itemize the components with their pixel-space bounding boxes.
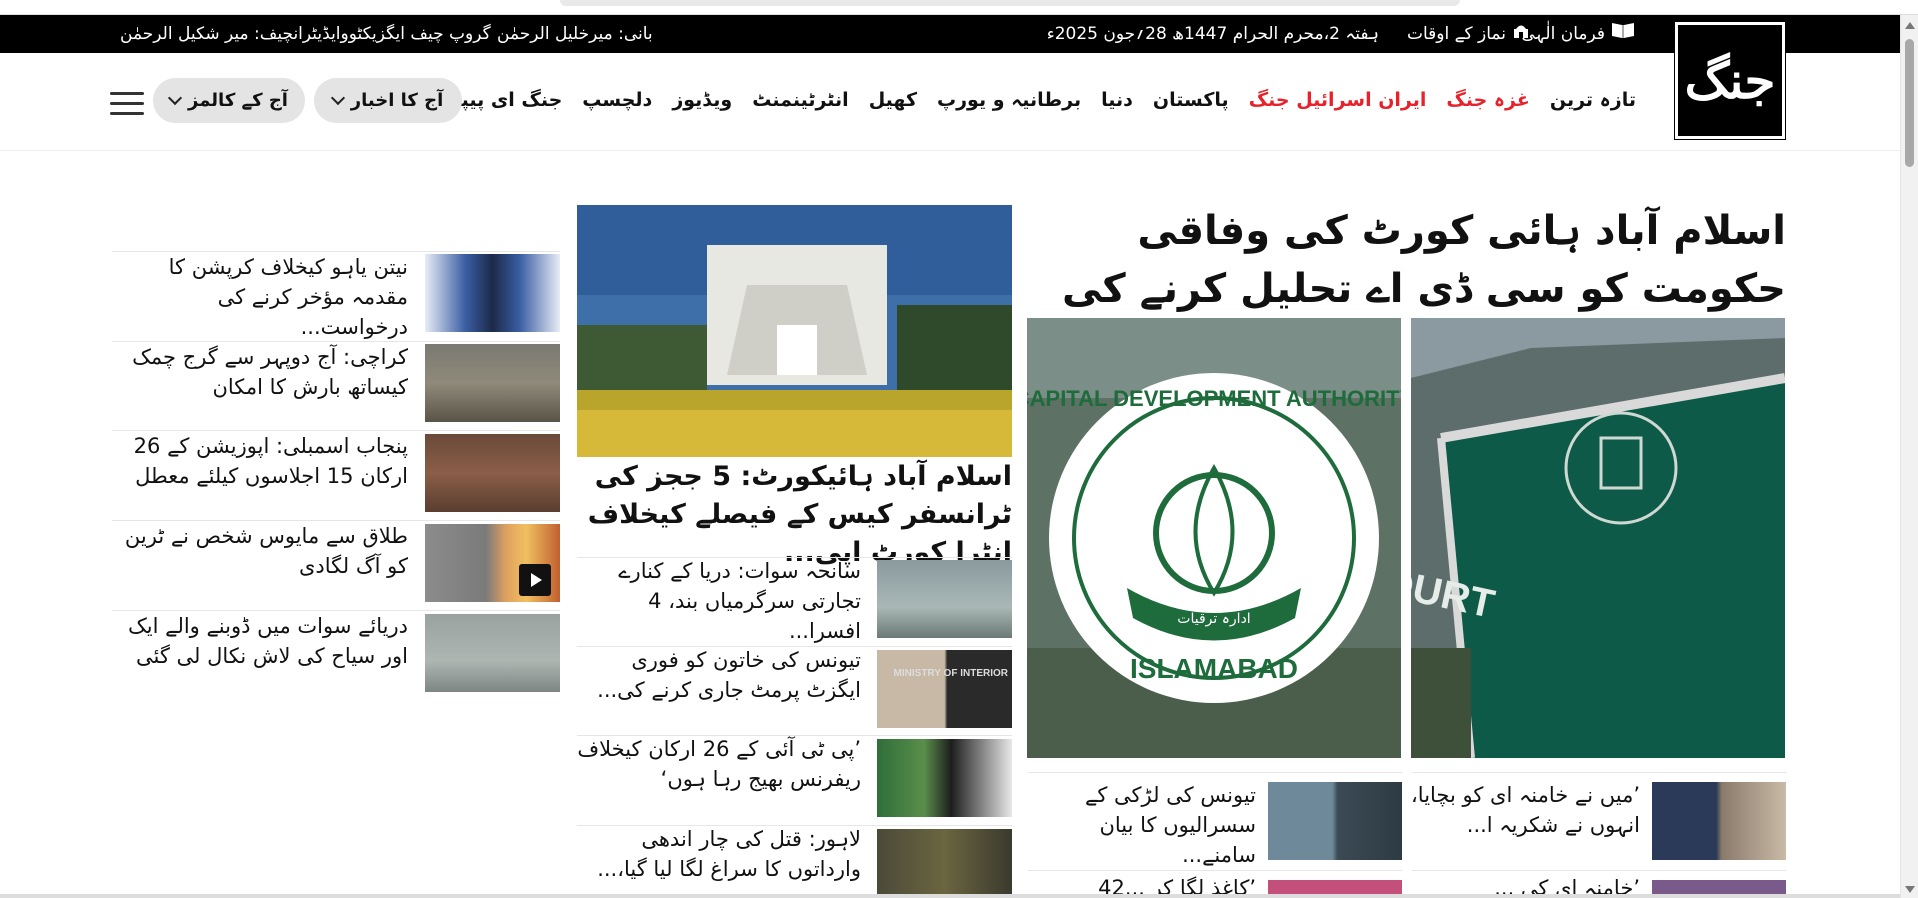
logo-text: جنگ (1684, 51, 1776, 110)
top-info-bar: فرمان الٰہی نماز کے اوقات ہفتہ 2،محرم ال… (0, 15, 1900, 53)
book-icon (1611, 15, 1635, 53)
cda-city-text: ISLAMABAD (1130, 653, 1298, 684)
date-text: ہفتہ 2،محرم الحرام 1447ھ 28؍جون 2025ء (1046, 24, 1379, 44)
farman-label: فرمان الٰہی (1521, 24, 1605, 44)
story-title[interactable]: طلاق سے مایوس شخص نے ٹرین کو آگ لگادی (112, 521, 408, 581)
namaz-timings-link[interactable]: نماز کے اوقات (1407, 15, 1530, 53)
nav-item[interactable]: انٹرٹینمنٹ (742, 89, 858, 111)
punjab-assembly-thumbnail[interactable] (425, 434, 560, 512)
story-title[interactable]: لاہور: قتل کی چار اندھی وارداتوں کا سراغ… (577, 824, 861, 884)
hamburger-line (110, 112, 144, 115)
divider (1028, 772, 1402, 773)
nav-item[interactable]: دنیا (1091, 89, 1143, 111)
story-title[interactable]: پنجاب اسمبلی: اپوزیشن کے 26 ارکان 15 اجل… (112, 431, 408, 491)
story-title[interactable]: دریائے سوات میں ڈوبنے والے ایک اور سیاح … (112, 611, 408, 671)
ministry-text: MINISTRY OF INTERIOR (893, 668, 1008, 679)
tunisia-woman-thumbnail[interactable]: MINISTRY OF INTERIOR (877, 650, 1012, 728)
chevron-down-icon (167, 90, 183, 106)
center-lead-title[interactable]: اسلام آباد ہائیکورٹ: 5 ججز کی ٹرانسفر کی… (577, 458, 1012, 572)
founder-text: بانی: میرخلیل الرحمٰن (497, 24, 653, 44)
supreme-court-image[interactable] (577, 205, 1012, 457)
nav-item[interactable]: ایران اسرائیل جنگ (1239, 89, 1437, 111)
scroll-thumb[interactable] (1905, 39, 1914, 167)
cda-urdu-text: ادارہ ترقیات (1177, 611, 1250, 627)
story-title[interactable]: کراچی: آج دوپہر سے گرج چمک کیساتھ بارش ک… (112, 342, 408, 402)
columns-label: آج کے کالمز (188, 90, 288, 111)
story-title[interactable]: سانحہ سوات: دریا کے کنارے تجارتی سرگرمیا… (577, 556, 861, 646)
divider (1412, 870, 1786, 871)
story-title[interactable]: تیونس کی لڑکی کے سسرالیوں کا بیان سامنے.… (1036, 780, 1256, 870)
namaz-label: نماز کے اوقات (1406, 24, 1506, 44)
lahore-police-thumbnail[interactable] (877, 829, 1012, 898)
nav-item[interactable]: ویڈیوز (662, 89, 742, 111)
main-nav: تازہ ترین غزہ جنگ ایران اسرائیل جنگ پاکستان… (440, 80, 1646, 120)
mosque-icon (1512, 15, 1530, 53)
story-title[interactable]: ’میں نے خامنہ ای کو بچایا، انہوں نے شکری… (1400, 780, 1640, 840)
hamburger-line (110, 92, 144, 95)
farman-link[interactable]: فرمان الٰہی (1521, 15, 1635, 53)
chevron-down-icon (330, 90, 345, 106)
nav-item[interactable]: تازہ ترین (1540, 89, 1646, 111)
address-bar-edge (560, 0, 1460, 6)
chief-editor-text: گروپ چیف ایگزیکٹووایڈیٹرانچیف: میر شکیل … (120, 24, 491, 44)
hamburger-icon[interactable] (110, 92, 144, 116)
nav-item[interactable]: دلچسپ (572, 89, 662, 111)
horizontal-scrollbar[interactable] (0, 894, 1900, 898)
scroll-down-icon[interactable] (1905, 886, 1915, 893)
swat-river-thumbnail[interactable] (877, 560, 1012, 638)
pti-press-thumbnail[interactable] (877, 739, 1012, 817)
divider (1028, 870, 1402, 871)
netanyahu-thumbnail[interactable] (425, 254, 560, 332)
scroll-up-icon[interactable] (1905, 22, 1915, 29)
aaj-ka-akhbar-button[interactable]: آج کا اخبار (314, 78, 462, 123)
nav-item[interactable]: کھیل (859, 89, 927, 111)
nav-item[interactable]: پاکستان (1143, 89, 1239, 111)
karachi-rain-thumbnail[interactable] (425, 344, 560, 422)
nav-item[interactable]: برطانیہ و یورپ (927, 89, 1091, 111)
nav-divider (0, 150, 1900, 151)
islamabad-high-court-image[interactable]: ISLAMABAD HIGH COURT (1411, 318, 1785, 758)
train-fire-thumbnail[interactable] (425, 524, 560, 602)
story-title[interactable]: تیونس کی خاتون کو فوری ایگزٹ پرمٹ جاری ک… (577, 645, 861, 705)
swat-tourist-thumbnail[interactable] (425, 614, 560, 692)
aaj-ke-columns-button[interactable]: آج کے کالمز (153, 78, 305, 123)
trump-khamenei-thumbnail[interactable] (1652, 782, 1786, 860)
akhbar-label: آج کا اخبار (350, 90, 444, 111)
story-title[interactable]: ’پی ٹی آئی کے 26 ارکان کیخلاف ریفرنس بھی… (577, 734, 861, 794)
cda-ring-text: CAPITAL DEVELOPMENT AUTHORITY (1027, 386, 1401, 411)
hamburger-line (110, 102, 144, 105)
browser-top-edge (0, 0, 1918, 15)
tunisia-girl-thumbnail[interactable] (1268, 782, 1402, 860)
vertical-scrollbar[interactable] (1900, 15, 1918, 898)
nav-item[interactable]: غزہ جنگ (1436, 89, 1539, 111)
jang-logo[interactable]: جنگ (1674, 21, 1786, 140)
cda-logo-image[interactable]: ISLAMABAD CAPITAL DEVELOPMENT AUTHORITY … (1027, 318, 1401, 758)
play-icon[interactable] (519, 564, 551, 596)
divider (1412, 772, 1786, 773)
story-title[interactable]: نیتن یاہو کیخلاف کرپشن کا مقدمہ مؤخر کرن… (112, 252, 408, 342)
